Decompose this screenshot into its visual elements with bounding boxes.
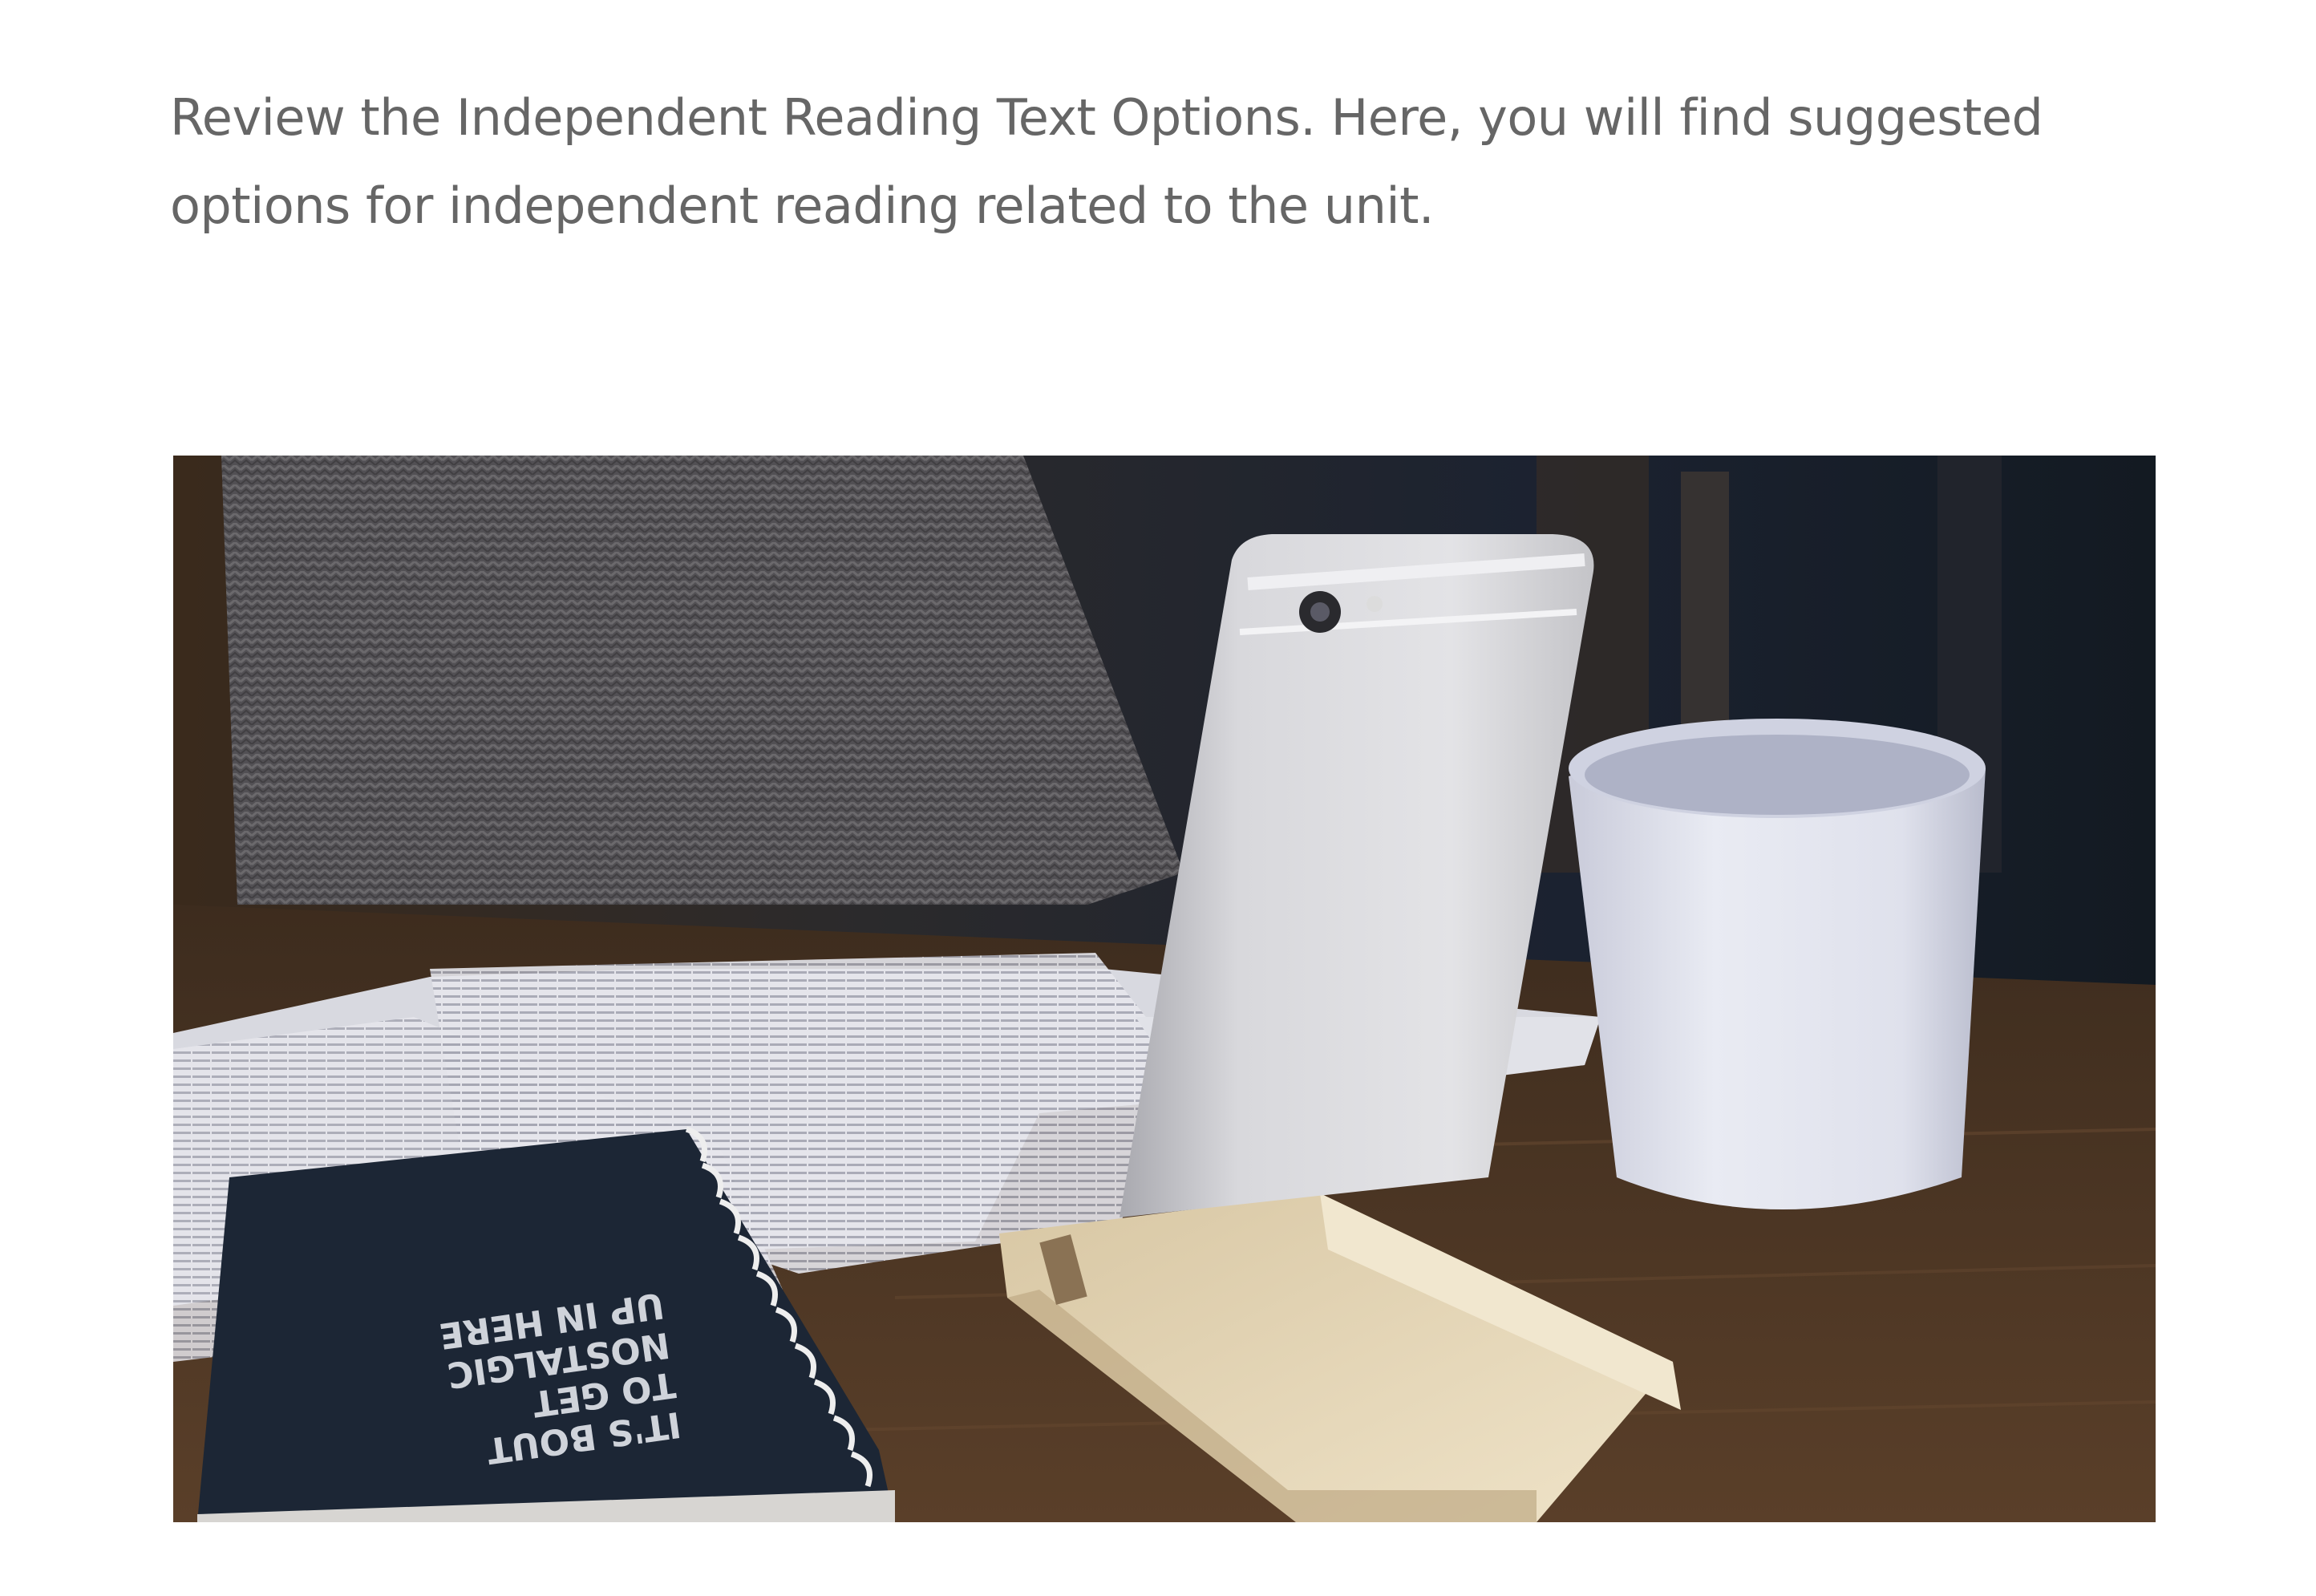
intro-paragraph: Review the Independent Reading Text Opti… xyxy=(170,88,2043,235)
page: Review the Independent Reading Text Opti… xyxy=(0,0,2316,1596)
desk-photo: IT'S BOUT TO GET NOSTALGIC UP IN HERE xyxy=(173,456,2156,1522)
